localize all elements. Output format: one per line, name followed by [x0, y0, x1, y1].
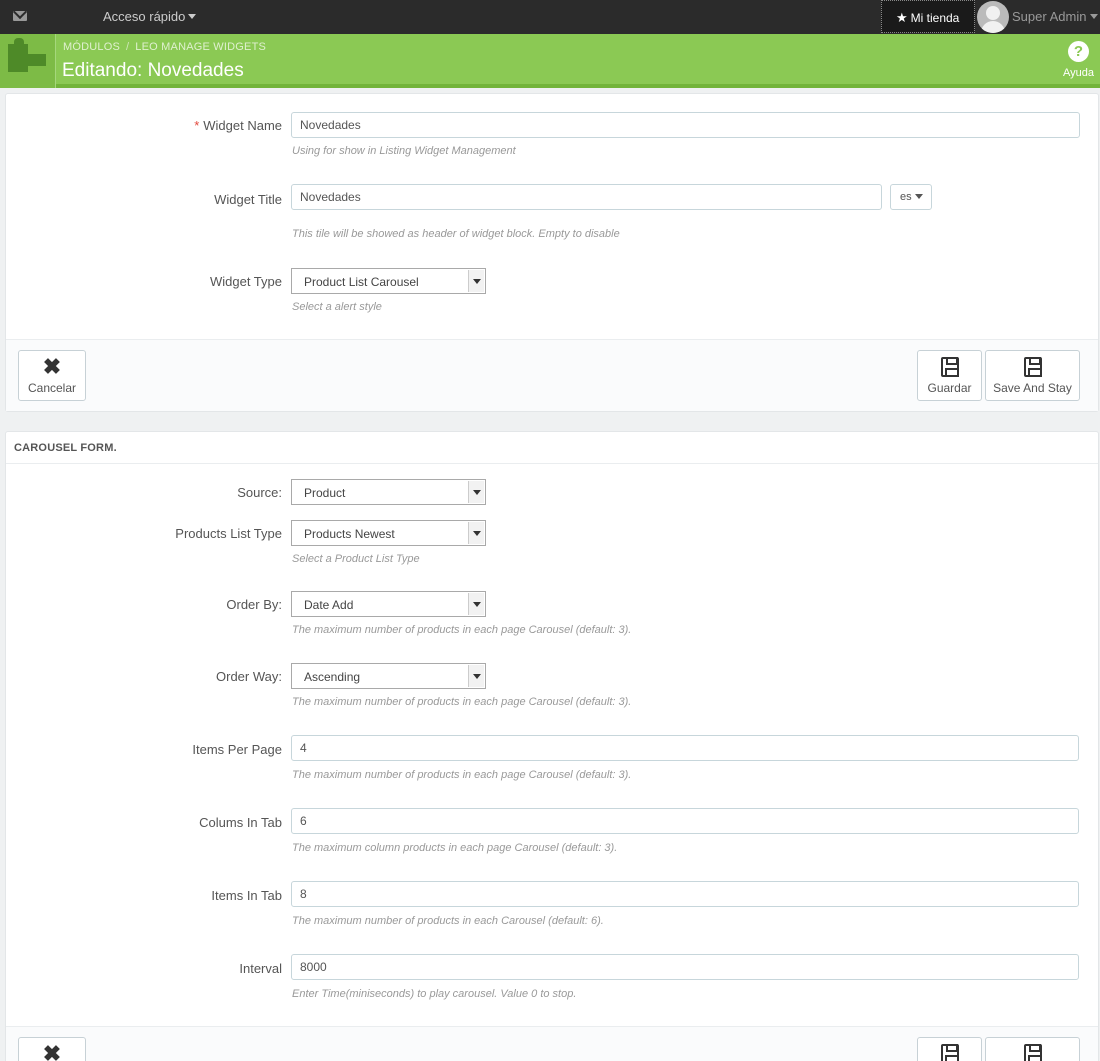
- products-list-type-help: Select a Product List Type: [292, 553, 420, 565]
- select-arrow-icon: [468, 270, 484, 292]
- save-button[interactable]: [917, 1037, 982, 1061]
- items-per-page-help: The maximum number of products in each p…: [292, 769, 632, 781]
- user-name: Super Admin: [1012, 9, 1087, 24]
- save-and-stay-label: Save And Stay: [993, 381, 1072, 395]
- widget-type-help: Select a alert style: [292, 301, 382, 313]
- puzzle-icon: [0, 34, 56, 88]
- select-arrow-icon: [468, 481, 484, 503]
- widget-title-help: This tile will be showed as header of wi…: [292, 228, 620, 240]
- widget-name-label: * Widget Name: [22, 118, 282, 133]
- select-arrow-icon: [468, 593, 484, 615]
- help-label[interactable]: Ayuda: [1063, 67, 1094, 79]
- source-select[interactable]: Product: [291, 479, 486, 505]
- save-button[interactable]: Guardar: [917, 350, 982, 401]
- user-avatar[interactable]: [977, 1, 1009, 33]
- panel-footer: ✖ Cancelar Guardar Save And Stay: [6, 339, 1098, 411]
- order-by-value: Date Add: [304, 598, 354, 612]
- products-list-type-select[interactable]: Products Newest: [291, 520, 486, 546]
- order-by-help: The maximum number of products in each p…: [292, 624, 632, 636]
- cancel-button[interactable]: ✖ Cancelar: [18, 350, 86, 401]
- breadcrumb-modules[interactable]: MÓDULOS: [63, 41, 120, 53]
- cancel-label: Cancelar: [27, 381, 77, 395]
- items-per-page-input[interactable]: 4: [291, 735, 1079, 761]
- cancel-button[interactable]: ✖: [18, 1037, 86, 1061]
- language-dropdown[interactable]: es: [890, 184, 932, 210]
- order-way-select[interactable]: Ascending: [291, 663, 486, 689]
- star-icon: ★: [896, 10, 908, 25]
- widget-general-panel: * Widget Name Novedades Using for show in…: [5, 93, 1099, 412]
- save-label: Guardar: [927, 381, 972, 395]
- close-icon: ✖: [42, 354, 62, 379]
- source-value: Product: [304, 486, 346, 500]
- select-arrow-icon: [468, 665, 484, 687]
- widget-title-label: Widget Title: [214, 192, 282, 207]
- save-and-stay-button[interactable]: [985, 1037, 1080, 1061]
- breadcrumb-leo-manage-widgets[interactable]: LEO MANAGE WIDGETS: [135, 41, 266, 53]
- items-in-tab-help: The maximum number of products in each C…: [292, 915, 604, 927]
- products-list-type-label: Products List Type: [175, 526, 282, 541]
- interval-input[interactable]: 8000: [291, 954, 1079, 980]
- widget-title-input[interactable]: Novedades: [291, 184, 882, 210]
- widget-name-label-text: Widget Name: [203, 118, 282, 133]
- widget-name-help: Using for show in Listing Widget Managem…: [292, 145, 516, 157]
- order-by-label: Order By:: [226, 597, 282, 612]
- save-icon: [940, 1044, 959, 1061]
- interval-help: Enter Time(miniseconds) to play carousel…: [292, 988, 577, 1000]
- items-per-page-label: Items Per Page: [192, 742, 282, 757]
- breadcrumb: MÓDULOS / LEO MANAGE WIDGETS: [63, 41, 267, 53]
- my-store-link[interactable]: ★ Mi tienda: [881, 0, 975, 33]
- my-store-label: Mi tienda: [910, 11, 960, 25]
- colums-in-tab-label: Colums In Tab: [199, 815, 282, 830]
- widget-type-label: Widget Type: [209, 274, 282, 289]
- save-icon: [940, 357, 959, 377]
- products-list-type-value: Products Newest: [304, 527, 395, 541]
- widget-type-value: Product List Carousel: [304, 275, 419, 289]
- colums-in-tab-help: The maximum column products in each page…: [292, 842, 618, 854]
- interval-label: Interval: [239, 961, 282, 976]
- source-label: Source:: [237, 485, 282, 500]
- top-bar: Acceso rápido ★ Mi tienda Super Admin: [0, 0, 1100, 34]
- quick-access-menu[interactable]: Acceso rápido: [103, 9, 197, 24]
- save-icon: [1023, 357, 1042, 377]
- caret-down-icon: [914, 194, 923, 199]
- caret-down-icon: [188, 14, 197, 19]
- items-in-tab-label: Items In Tab: [211, 888, 282, 903]
- colums-in-tab-input[interactable]: 6: [291, 808, 1079, 834]
- carousel-form-panel: CAROUSEL FORM. Source: Product Products …: [5, 431, 1099, 1061]
- save-icon: [1023, 1044, 1042, 1061]
- close-icon: ✖: [42, 1041, 62, 1061]
- mail-icon[interactable]: [13, 11, 27, 21]
- help-icon[interactable]: ?: [1068, 41, 1089, 62]
- save-and-stay-button[interactable]: Save And Stay: [985, 350, 1080, 401]
- user-menu[interactable]: Super Admin: [1012, 9, 1099, 24]
- items-in-tab-input[interactable]: 8: [291, 881, 1079, 907]
- caret-down-icon: [1090, 14, 1099, 19]
- select-arrow-icon: [468, 522, 484, 544]
- widget-name-input[interactable]: Novedades: [291, 112, 1080, 138]
- order-way-value: Ascending: [304, 670, 361, 684]
- order-by-select[interactable]: Date Add: [291, 591, 486, 617]
- order-way-help: The maximum number of products in each p…: [292, 696, 632, 708]
- widget-type-select[interactable]: Product List Carousel: [291, 268, 486, 294]
- page-title: Editando: Novedades: [62, 60, 244, 81]
- carousel-form-heading: CAROUSEL FORM.: [6, 432, 1098, 464]
- language-code: es: [900, 191, 912, 203]
- page-header: MÓDULOS / LEO MANAGE WIDGETS Editando: Nov…: [0, 34, 1100, 88]
- order-way-label: Order Way:: [216, 669, 282, 684]
- quick-access-label: Acceso rápido: [103, 9, 186, 24]
- panel-footer: ✖: [6, 1026, 1098, 1061]
- required-marker: *: [194, 118, 200, 133]
